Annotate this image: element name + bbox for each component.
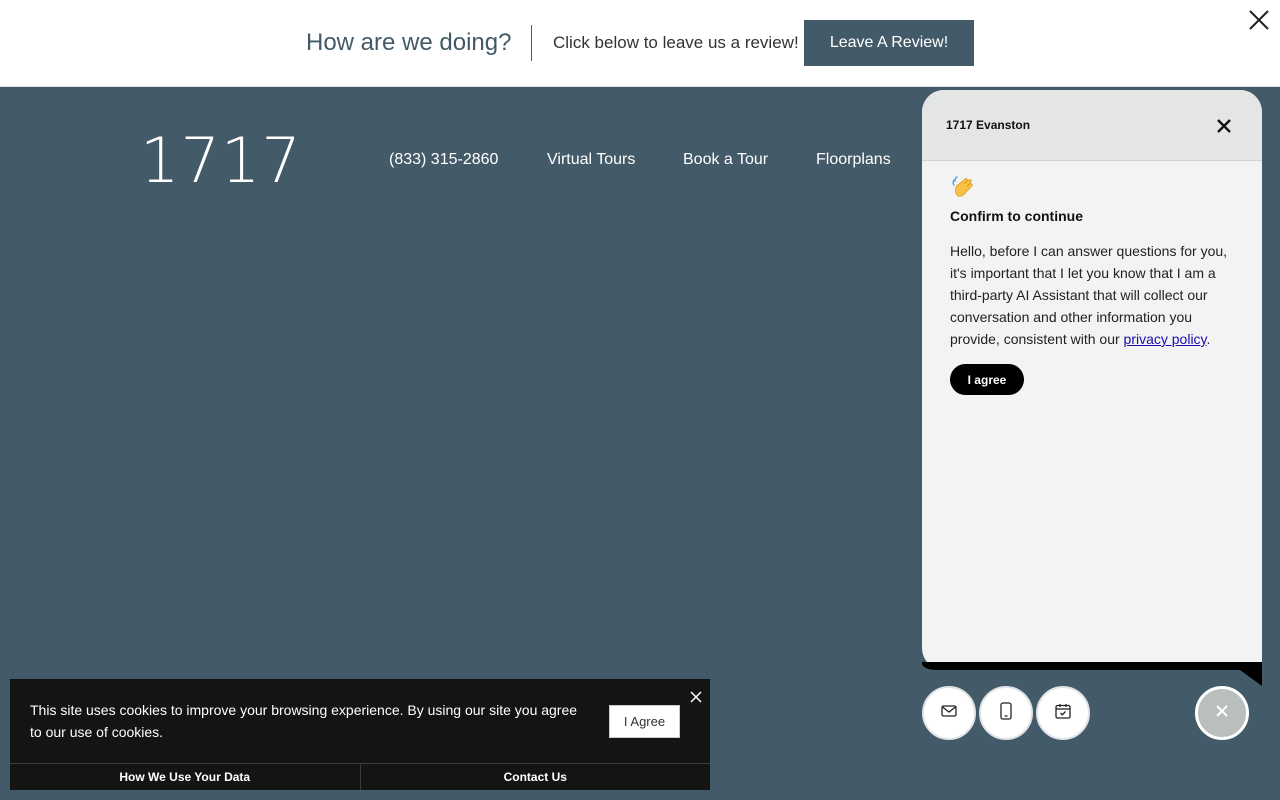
- chat-heading: Confirm to continue: [950, 208, 1083, 224]
- nav-phone[interactable]: (833) 315-2860: [389, 150, 498, 170]
- contact-us-link[interactable]: Contact Us: [359, 764, 711, 790]
- cookie-banner: This site uses cookies to improve your b…: [10, 679, 710, 790]
- review-question: How are we doing?: [306, 29, 512, 56]
- email-button[interactable]: [922, 686, 976, 740]
- calendar-icon: [1054, 702, 1072, 725]
- cookie-links: How We Use Your Data Contact Us: [10, 763, 710, 790]
- site-logo[interactable]: 1717: [140, 126, 302, 196]
- nav-book-a-tour[interactable]: Book a Tour: [683, 150, 768, 170]
- chat-title: 1717 Evanston: [946, 118, 1031, 132]
- waving-hand-icon: [950, 174, 976, 200]
- privacy-policy-link[interactable]: privacy policy: [1124, 331, 1207, 347]
- close-icon[interactable]: [688, 689, 704, 705]
- chat-header: 1717 Evanston: [922, 90, 1262, 161]
- chat-panel-tail: [922, 662, 1262, 686]
- chat-toggle-button[interactable]: [1195, 686, 1249, 740]
- review-banner: How are we doing? Click below to leave u…: [0, 0, 1280, 87]
- chat-message-end: .: [1206, 331, 1211, 347]
- chat-panel: 1717 Evanston Confirm to continue Hello,…: [922, 90, 1262, 670]
- close-icon: [1213, 702, 1231, 725]
- cookie-agree-button[interactable]: I Agree: [609, 705, 680, 738]
- schedule-button[interactable]: [1036, 686, 1090, 740]
- close-icon[interactable]: [1246, 7, 1272, 33]
- nav-floorplans[interactable]: Floorplans: [816, 150, 891, 170]
- close-icon[interactable]: [1214, 116, 1234, 136]
- banner-divider: [531, 25, 532, 61]
- leave-review-button[interactable]: Leave A Review!: [804, 20, 974, 66]
- review-prompt: Click below to leave us a review!: [553, 33, 799, 52]
- chat-agree-button[interactable]: I agree: [950, 364, 1024, 395]
- call-button[interactable]: [979, 686, 1033, 740]
- nav-virtual-tours[interactable]: Virtual Tours: [547, 150, 635, 170]
- phone-icon: [997, 701, 1015, 726]
- mail-icon: [940, 702, 958, 725]
- chat-message: Hello, before I can answer questions for…: [950, 240, 1240, 350]
- cookie-message: This site uses cookies to improve your b…: [30, 702, 578, 740]
- how-we-use-your-data-link[interactable]: How We Use Your Data: [10, 764, 360, 790]
